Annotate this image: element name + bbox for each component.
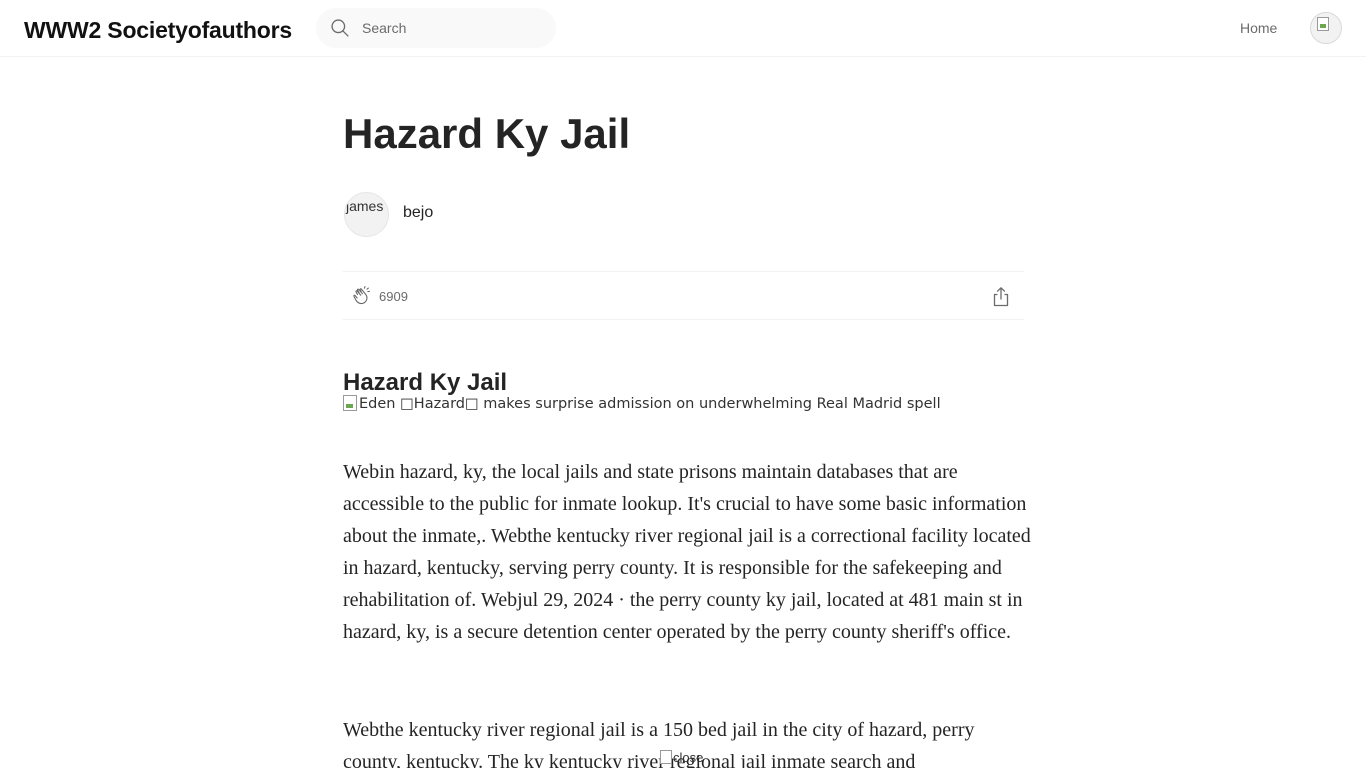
broken-image-icon xyxy=(1317,17,1329,31)
article-title: Hazard Ky Jail xyxy=(343,110,631,157)
article-image-alt-text: Eden □Hazard□ makes surprise admission o… xyxy=(359,396,941,412)
search-input[interactable] xyxy=(362,8,542,48)
close-icon xyxy=(660,750,672,764)
close-overlay-image[interactable]: close xyxy=(660,750,703,765)
search-box[interactable] xyxy=(316,8,556,48)
broken-image-icon xyxy=(343,395,357,411)
author-name-link[interactable]: bejo xyxy=(403,204,433,222)
clap-icon[interactable] xyxy=(351,284,375,308)
site-brand-link[interactable]: WWW2 Societyofauthors xyxy=(24,17,292,44)
article-paragraph: Webin hazard, ky, the local jails and st… xyxy=(343,461,1031,643)
author-avatar[interactable]: james xyxy=(344,192,389,237)
author-avatar-alt-text: james xyxy=(346,198,384,214)
search-icon xyxy=(331,19,349,37)
clap-count: 6909 xyxy=(379,289,408,304)
article-subheading: Hazard Ky Jail xyxy=(343,369,508,396)
article-action-bar: 6909 xyxy=(343,271,1024,320)
nav-home-link[interactable]: Home xyxy=(1240,20,1277,36)
share-icon[interactable] xyxy=(989,285,1013,309)
article-image: Eden □Hazard□ makes surprise admission o… xyxy=(343,395,941,412)
top-navigation-bar: WWW2 Societyofauthors Home xyxy=(0,0,1366,57)
close-alt-text: close xyxy=(673,750,704,765)
user-avatar-icon[interactable] xyxy=(1310,12,1342,44)
